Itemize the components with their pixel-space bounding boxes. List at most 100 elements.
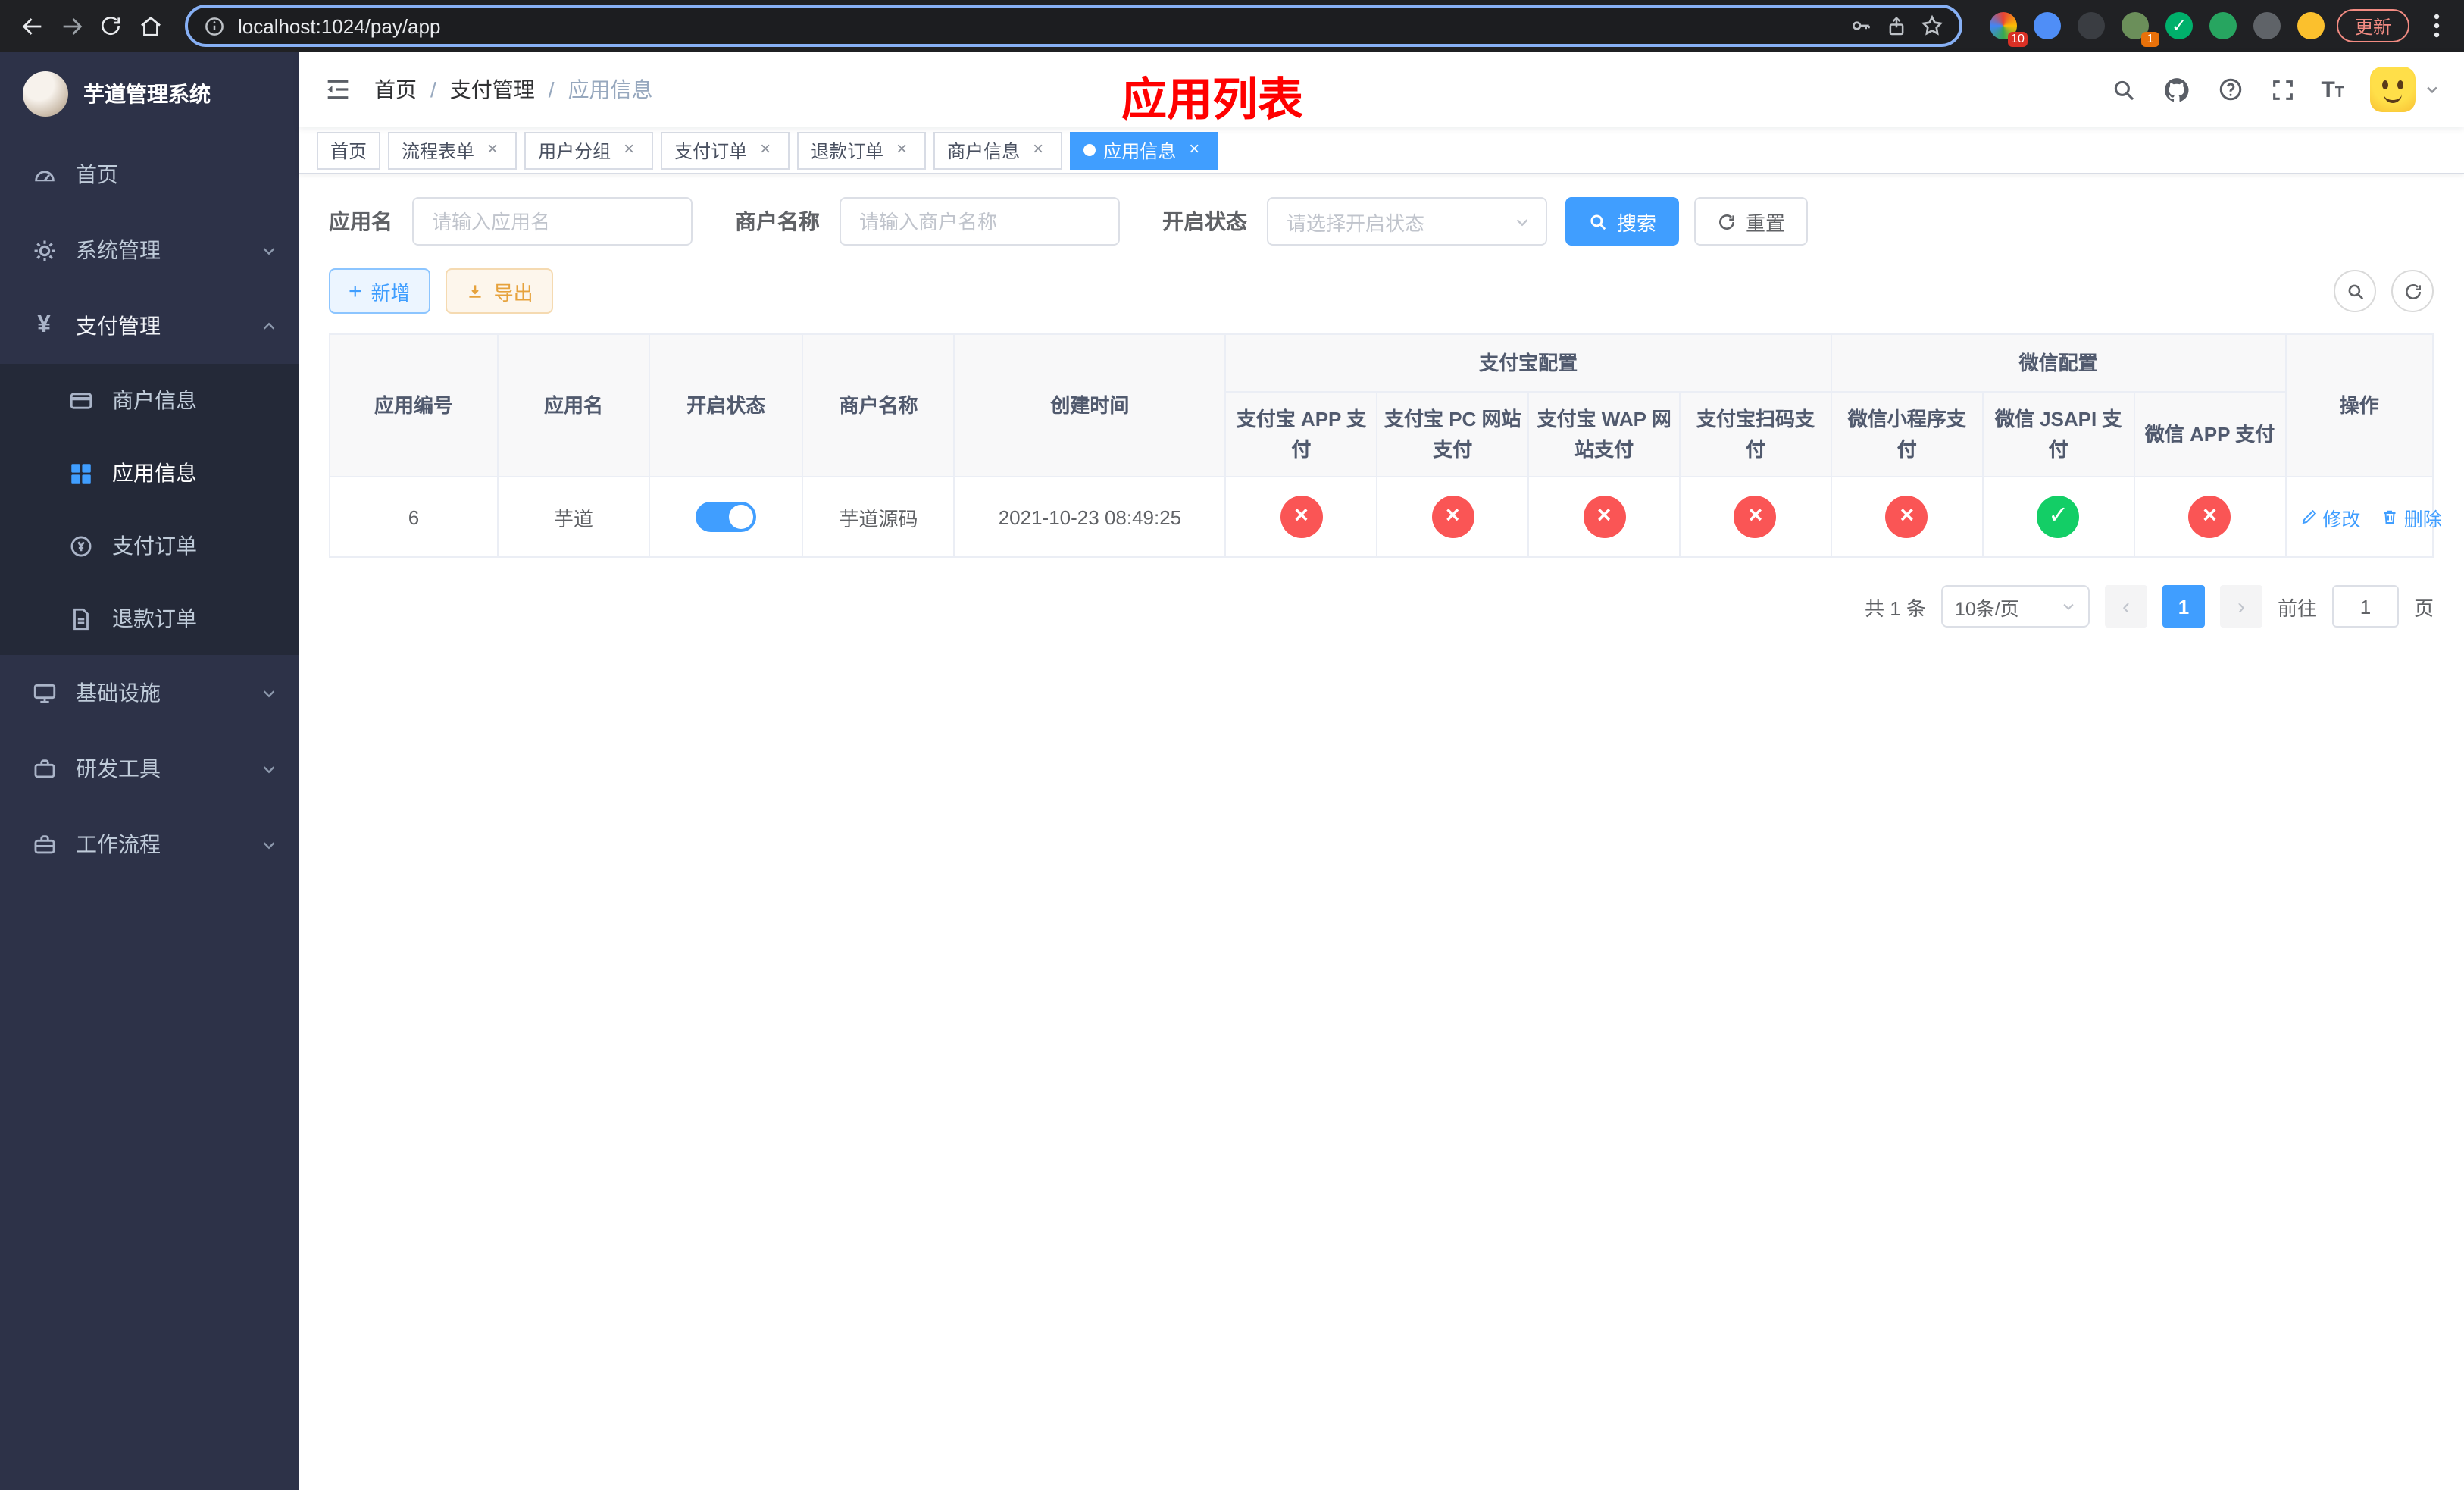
back-icon[interactable] [12, 6, 52, 45]
credit-card-icon [67, 387, 94, 413]
tab-close-icon[interactable]: × [1184, 139, 1205, 161]
sidebar-item-merchant-info[interactable]: 商户信息 [0, 364, 299, 437]
home-icon[interactable] [130, 6, 170, 45]
jump-prefix: 前往 [2277, 596, 2317, 619]
status-label: 开启状态 [1162, 209, 1247, 233]
cell-status [648, 476, 804, 558]
next-page-button[interactable]: › [2219, 585, 2262, 628]
extension-green-check-icon[interactable]: ✓ [2165, 12, 2193, 39]
chrome-update-button[interactable]: 更新 [2336, 9, 2409, 42]
col-header-alipay-app: 支付宝 APP 支付 [1224, 391, 1378, 477]
tab-pay-order[interactable]: 支付订单 × [661, 131, 790, 169]
tab-close-icon[interactable]: × [755, 139, 776, 161]
export-button[interactable]: 导出 [445, 268, 553, 314]
bookmark-star-icon[interactable] [1920, 14, 1944, 38]
extension-chat-icon[interactable] [2209, 12, 2237, 39]
delete-button[interactable]: 删除 [2381, 502, 2442, 531]
tab-close-icon[interactable]: × [1027, 139, 1049, 161]
extension-emoji-icon[interactable] [2297, 12, 2325, 39]
cell-operations: 修改 删除 [2284, 476, 2442, 558]
sidebar: 芋道管理系统 首页 系统管理 ¥ 支付管理 商户信息 应用信息 支付订单 退款订… [0, 52, 299, 1490]
chevron-down-icon [261, 760, 277, 777]
app-logo[interactable]: 芋道管理系统 [0, 52, 299, 136]
app-title: 芋道管理系统 [83, 82, 211, 106]
chevron-down-icon [2425, 82, 2440, 97]
tab-close-icon[interactable]: × [482, 139, 503, 161]
sidebar-item-refund-order[interactable]: 退款订单 [0, 582, 299, 655]
breadcrumb-payment[interactable]: 支付管理 [450, 74, 535, 105]
sidebar-item-app-info[interactable]: 应用信息 [0, 437, 299, 509]
font-size-icon[interactable]: TT [2321, 78, 2344, 101]
sidebar-item-pay-order[interactable]: 支付订单 [0, 509, 299, 582]
add-button[interactable]: + 新增 [329, 268, 430, 314]
status-select[interactable]: 请选择开启状态 [1267, 197, 1547, 246]
workflow-icon [30, 831, 58, 857]
tab-app-info[interactable]: 应用信息 × [1070, 131, 1219, 169]
sidebar-item-infra[interactable]: 基础设施 [0, 655, 299, 731]
alipay-pc-status-icon: × [1431, 496, 1474, 538]
page-1-button[interactable]: 1 [2162, 585, 2205, 628]
col-header-app-name: 应用名 [497, 333, 650, 477]
dashboard-icon [30, 161, 58, 187]
tab-merchant-info[interactable]: 商户信息 × [933, 131, 1063, 169]
url-text[interactable]: localhost:1024/pay/app [238, 14, 1837, 37]
extension-puzzle-icon[interactable] [2253, 12, 2281, 39]
forward-icon[interactable] [52, 6, 91, 45]
cell-app-name: 芋道 [497, 476, 650, 558]
page-size-select[interactable]: 10条/页 [1940, 585, 2090, 628]
status-toggle[interactable] [696, 502, 757, 532]
sidebar-item-system[interactable]: 系统管理 [0, 212, 299, 288]
address-bar[interactable]: localhost:1024/pay/app [185, 5, 1962, 47]
sidebar-item-workflow[interactable]: 工作流程 [0, 806, 299, 882]
sidebar-item-home[interactable]: 首页 [0, 136, 299, 212]
status-select-placeholder: 请选择开启状态 [1287, 211, 1425, 234]
site-info-icon[interactable] [203, 14, 226, 37]
jump-page-input[interactable] [2331, 585, 2399, 628]
breadcrumb-home[interactable]: 首页 [374, 74, 417, 105]
reload-icon[interactable] [91, 6, 130, 45]
extension-dark-icon[interactable] [2077, 12, 2105, 39]
fullscreen-icon[interactable] [2269, 77, 2295, 102]
plus-icon: + [349, 278, 362, 304]
app-name-input[interactable] [412, 197, 693, 246]
password-key-icon[interactable] [1849, 14, 1873, 38]
sidebar-item-label: 支付管理 [76, 314, 161, 338]
avatar[interactable] [2370, 67, 2416, 112]
tab-user-group[interactable]: 用户分组 × [524, 131, 654, 169]
extension-colorful-icon[interactable]: 10 [1989, 12, 2028, 47]
merchant-name-input[interactable] [840, 197, 1120, 246]
user-menu[interactable] [2370, 67, 2440, 112]
payment-submenu: 商户信息 应用信息 支付订单 退款订单 [0, 364, 299, 655]
alipay-wap-status-icon: × [1583, 496, 1626, 538]
table-toolbar: + 新增 导出 [329, 268, 2434, 314]
toggle-search-icon[interactable] [2334, 270, 2376, 312]
document-icon [67, 606, 94, 631]
col-header-created: 创建时间 [953, 333, 1227, 477]
search-icon[interactable] [2110, 77, 2136, 102]
github-icon[interactable] [2162, 75, 2190, 104]
browser-menu-icon[interactable] [2422, 14, 2452, 38]
share-icon[interactable] [1885, 14, 1908, 37]
extension-badge: 10 [2008, 32, 2028, 47]
tab-close-icon[interactable]: × [618, 139, 639, 161]
tab-home[interactable]: 首页 [317, 131, 381, 169]
sidebar-collapse-icon[interactable] [323, 74, 353, 105]
tab-close-icon[interactable]: × [891, 139, 912, 161]
col-header-alipay-wap: 支付宝 WAP 网站支付 [1527, 391, 1681, 477]
extension-avatar-icon[interactable]: 1 [2121, 12, 2159, 47]
refresh-icon[interactable] [2391, 270, 2434, 312]
edit-button[interactable]: 修改 [2300, 502, 2360, 531]
breadcrumb-separator: / [548, 77, 555, 102]
tab-refund-order[interactable]: 退款订单 × [797, 131, 927, 169]
extension-blue-icon[interactable] [2033, 12, 2061, 39]
navbar-actions: TT [2110, 67, 2440, 112]
sidebar-item-payment[interactable]: ¥ 支付管理 [0, 288, 299, 364]
prev-page-button[interactable]: ‹ [2104, 585, 2147, 628]
sidebar-item-dev-tools[interactable]: 研发工具 [0, 731, 299, 806]
reset-button[interactable]: 重置 [1694, 197, 1809, 246]
sidebar-item-label: 商户信息 [112, 388, 197, 412]
tab-process-form[interactable]: 流程表单 × [388, 131, 518, 169]
help-icon[interactable] [2216, 76, 2244, 103]
col-header-wechat-mini: 微信小程序支付 [1830, 391, 1984, 477]
search-button[interactable]: 搜索 [1565, 197, 1680, 246]
